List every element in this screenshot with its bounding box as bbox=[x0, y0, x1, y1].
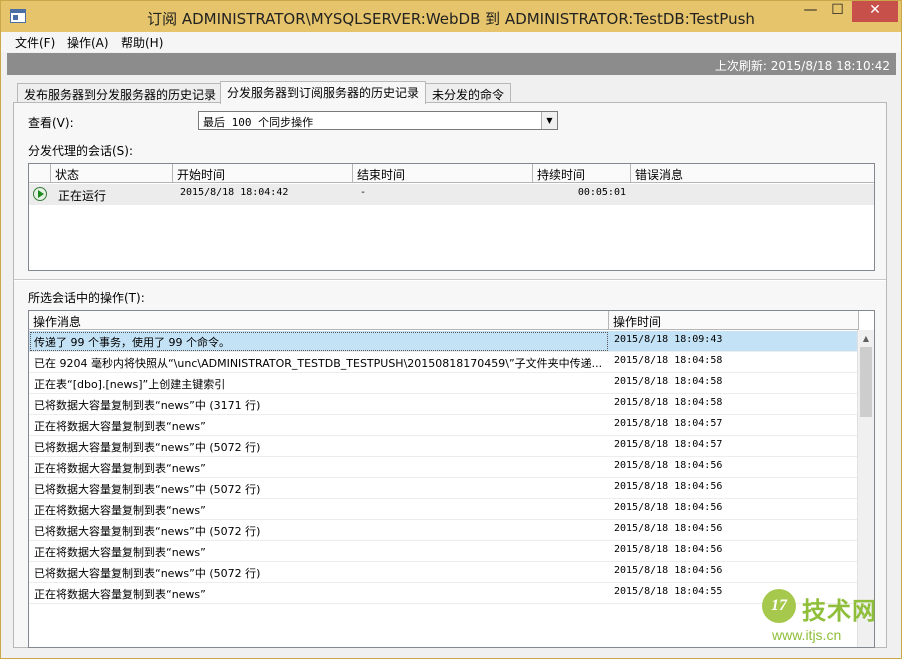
history-tabs: 发布服务器到分发服务器的历史记录 分发服务器到订阅服务器的历史记录 未分发的命令 bbox=[13, 81, 893, 104]
operation-time: 2015/8/18 18:04:57 bbox=[614, 439, 723, 450]
operation-row[interactable]: 正在将数据大容量复制到表“news” 2015/8/18 18:04:57 bbox=[29, 415, 859, 436]
menu-action[interactable]: 操作(A) bbox=[67, 34, 109, 51]
tab-undistributed-commands[interactable]: 未分发的命令 bbox=[425, 83, 512, 103]
operation-message: 已将数据大容量复制到表“news”中 (5072 行) bbox=[34, 525, 261, 538]
operation-message: 正在将数据大容量复制到表“news” bbox=[34, 504, 206, 517]
operation-row[interactable]: 正在表“[dbo].[news]”上创建主键索引 2015/8/18 18:04:… bbox=[29, 373, 859, 394]
watermark-logo: 17 技术网 www.itjs.cn bbox=[758, 585, 898, 655]
operation-row[interactable]: 正在将数据大容量复制到表“news” 2015/8/18 18:04:55 bbox=[29, 583, 859, 604]
replication-monitor-window: 订阅 ADMINISTRATOR\MYSQLSERVER:WebDB 到 ADM… bbox=[0, 0, 902, 659]
refresh-status-bar: 上次刷新: 2015/8/18 18:10:42 bbox=[7, 53, 896, 75]
operation-time: 2015/8/18 18:04:58 bbox=[614, 397, 723, 408]
column-header-operation-time[interactable]: 操作时间 bbox=[609, 311, 859, 330]
operation-message: 正在将数据大容量复制到表“news” bbox=[34, 462, 206, 475]
menu-file[interactable]: 文件(F) bbox=[15, 34, 55, 51]
tab-publisher-to-distributor[interactable]: 发布服务器到分发服务器的历史记录 bbox=[17, 83, 224, 103]
session-status: 正在运行 bbox=[58, 189, 107, 203]
session-row[interactable]: 正在运行 2015/8/18 18:04:42 - 00:05:01 bbox=[29, 184, 874, 205]
operation-message: 正在表“[dbo].[news]”上创建主键索引 bbox=[34, 378, 226, 391]
operations-label: 所选会话中的操作(T): bbox=[28, 291, 145, 305]
operation-time: 2015/8/18 18:09:43 bbox=[614, 334, 723, 345]
panel-splitter[interactable] bbox=[14, 279, 886, 281]
operation-message: 正在将数据大容量复制到表“news” bbox=[34, 546, 206, 559]
operation-time: 2015/8/18 18:04:58 bbox=[614, 355, 723, 366]
operation-time: 2015/8/18 18:04:56 bbox=[614, 523, 723, 534]
scroll-up-icon[interactable]: ▲ bbox=[858, 330, 874, 347]
operation-row[interactable]: 已将数据大容量复制到表“news”中 (5072 行) 2015/8/18 18:… bbox=[29, 562, 859, 583]
operation-row[interactable]: 已将数据大容量复制到表“news”中 (5072 行) 2015/8/18 18:… bbox=[29, 520, 859, 541]
operation-message: 已在 9204 毫秒内将快照从“\unc\ADMINISTRATOR_TESTD… bbox=[34, 357, 603, 370]
watermark-url: www.itjs.cn bbox=[772, 627, 842, 643]
watermark-text: 技术网 bbox=[802, 597, 877, 625]
operation-time: 2015/8/18 18:04:56 bbox=[614, 481, 723, 492]
operation-message: 已将数据大容量复制到表“news”中 (3171 行) bbox=[34, 399, 261, 412]
operation-message: 传递了 99 个事务，使用了 99 个命令。 bbox=[29, 331, 609, 352]
operation-row[interactable]: 正在将数据大容量复制到表“news” 2015/8/18 18:04:56 bbox=[29, 541, 859, 562]
chevron-down-icon[interactable]: ▼ bbox=[541, 112, 557, 129]
operations-grid-header: 操作消息 操作时间 bbox=[29, 311, 859, 330]
menu-help[interactable]: 帮助(H) bbox=[121, 34, 163, 51]
column-header-status[interactable]: 状态 bbox=[51, 164, 173, 183]
column-header-duration[interactable]: 持续时间 bbox=[533, 164, 631, 183]
session-start-time: 2015/8/18 18:04:42 bbox=[180, 187, 289, 198]
tab-distributor-to-subscriber[interactable]: 分发服务器到订阅服务器的历史记录 bbox=[220, 81, 427, 104]
sessions-label: 分发代理的会话(S): bbox=[28, 144, 134, 158]
operation-row[interactable]: 已将数据大容量复制到表“news”中 (3171 行) 2015/8/18 18:… bbox=[29, 394, 859, 415]
view-select[interactable]: 最后 100 个同步操作 ▼ bbox=[198, 111, 558, 130]
close-button[interactable]: ✕ bbox=[852, 1, 898, 22]
maximize-button[interactable]: ☐ bbox=[824, 1, 851, 22]
column-header-start-time[interactable]: 开始时间 bbox=[173, 164, 353, 183]
session-end-time: - bbox=[360, 187, 367, 198]
menu-bar: 文件(F) 操作(A) 帮助(H) bbox=[1, 32, 901, 52]
operation-time: 2015/8/18 18:04:56 bbox=[614, 565, 723, 576]
operation-message: 已将数据大容量复制到表“news”中 (5072 行) bbox=[34, 483, 261, 496]
operation-time: 2015/8/18 18:04:58 bbox=[614, 376, 723, 387]
session-duration: 00:05:01 bbox=[577, 187, 626, 198]
operation-time: 2015/8/18 18:04:56 bbox=[614, 460, 723, 471]
running-status-icon bbox=[33, 187, 47, 201]
column-header-message[interactable]: 操作消息 bbox=[29, 311, 609, 330]
operation-time: 2015/8/18 18:04:56 bbox=[614, 544, 723, 555]
view-label: 查看(V): bbox=[28, 116, 74, 130]
minimize-button[interactable]: — bbox=[797, 1, 824, 22]
operation-row[interactable]: 已在 9204 毫秒内将快照从“\unc\ADMINISTRATOR_TESTD… bbox=[29, 352, 859, 373]
title-bar[interactable]: 订阅 ADMINISTRATOR\MYSQLSERVER:WebDB 到 ADM… bbox=[1, 1, 901, 32]
operation-message: 已将数据大容量复制到表“news”中 (5072 行) bbox=[34, 567, 261, 580]
window-title: 订阅 ADMINISTRATOR\MYSQLSERVER:WebDB 到 ADM… bbox=[147, 10, 755, 28]
view-select-value: 最后 100 个同步操作 bbox=[203, 116, 314, 129]
sessions-grid-header: 状态 开始时间 结束时间 持续时间 错误消息 bbox=[29, 164, 874, 183]
operation-row[interactable]: 已将数据大容量复制到表“news”中 (5072 行) 2015/8/18 18:… bbox=[29, 478, 859, 499]
sessions-grid[interactable]: 状态 开始时间 结束时间 持续时间 错误消息 正在运行 2015/8/18 18… bbox=[28, 163, 875, 271]
operation-row[interactable]: 传递了 99 个事务，使用了 99 个命令。 2015/8/18 18:09:43 bbox=[29, 331, 859, 352]
watermark-badge: 17 bbox=[762, 589, 796, 623]
scrollbar-thumb[interactable] bbox=[860, 347, 872, 417]
operations-grid[interactable]: 操作消息 操作时间 传递了 99 个事务，使用了 99 个命令。 2015/8/1… bbox=[28, 310, 875, 648]
column-header-error[interactable]: 错误消息 bbox=[631, 164, 874, 183]
last-refresh-label: 上次刷新: 2015/8/18 18:10:42 bbox=[714, 59, 890, 73]
operation-message: 正在将数据大容量复制到表“news” bbox=[34, 420, 206, 433]
operation-message: 正在将数据大容量复制到表“news” bbox=[34, 588, 206, 601]
operation-row[interactable]: 正在将数据大容量复制到表“news” 2015/8/18 18:04:56 bbox=[29, 457, 859, 478]
operation-message: 已将数据大容量复制到表“news”中 (5072 行) bbox=[34, 441, 261, 454]
tab-panel: 查看(V): 最后 100 个同步操作 ▼ 分发代理的会话(S): 状态 开始时… bbox=[13, 102, 887, 648]
column-header-end-time[interactable]: 结束时间 bbox=[353, 164, 533, 183]
operation-time: 2015/8/18 18:04:57 bbox=[614, 418, 723, 429]
operation-row[interactable]: 正在将数据大容量复制到表“news” 2015/8/18 18:04:56 bbox=[29, 499, 859, 520]
operation-time: 2015/8/18 18:04:56 bbox=[614, 502, 723, 513]
column-header-blank[interactable] bbox=[29, 164, 51, 183]
operation-row[interactable]: 已将数据大容量复制到表“news”中 (5072 行) 2015/8/18 18:… bbox=[29, 436, 859, 457]
session-error bbox=[633, 184, 873, 205]
